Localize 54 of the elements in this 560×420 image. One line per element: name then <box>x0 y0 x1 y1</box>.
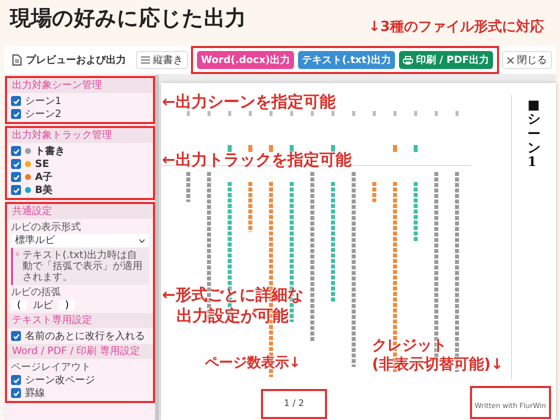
scrollbar[interactable] <box>155 75 159 420</box>
option-label: シーン2 <box>25 108 62 120</box>
checkbox[interactable] <box>11 159 21 169</box>
callout-text: (非表示切替可能)↓ <box>372 355 504 374</box>
scene-heading: ■シーン1 <box>528 97 540 172</box>
lines-icon <box>140 56 150 64</box>
option-label: 罫線 <box>25 388 45 398</box>
callout-text: ←出力トラックを指定可能 <box>162 150 352 171</box>
field-label: ページレイアウト <box>11 362 91 372</box>
field-label: ルビの表示形式 <box>11 222 81 232</box>
callout-text: 出力設定が可能 <box>176 306 289 327</box>
track-label: ト書き <box>35 146 65 156</box>
bracket-field[interactable]: ( <box>11 300 27 310</box>
checkbox[interactable] <box>11 388 21 398</box>
callout-text: ページ数表示↓ <box>205 354 301 372</box>
vertical-writing-button[interactable]: 縦書き <box>136 51 188 69</box>
document-icon <box>12 54 22 66</box>
option-label: シーン1 <box>25 96 62 106</box>
close-icon <box>507 56 514 64</box>
close-button[interactable]: 閉じる <box>502 51 552 69</box>
page-number: 1 / 2 <box>284 399 304 409</box>
caret-icon <box>139 238 145 242</box>
checkbox[interactable] <box>11 375 21 385</box>
section-header: 出力対象トラック管理 <box>7 128 153 143</box>
track-label: SE <box>35 158 50 170</box>
checkbox[interactable] <box>11 331 21 341</box>
track-label: A子 <box>35 172 53 182</box>
ruby-style-select[interactable]: 標準ルビ <box>11 234 149 247</box>
checkbox[interactable] <box>11 172 21 182</box>
bracket-field[interactable]: ) <box>59 300 75 310</box>
callout-text: クレジット <box>372 336 447 355</box>
callout-text: ←出力シーンを指定可能 <box>162 92 336 113</box>
field-label: ルビの括弧 <box>11 286 61 298</box>
checkbox[interactable] <box>11 185 21 195</box>
window-title: プレビューおよび出力 <box>26 53 126 67</box>
checkbox[interactable] <box>11 96 21 106</box>
section-header: 出力対象シーン管理 <box>7 78 153 93</box>
export-button[interactable]: Word(.docx)出力 <box>196 51 294 69</box>
section-header: テキスト専用設定 <box>7 313 153 328</box>
callout-text: ←形式ごとに詳細な <box>162 285 304 306</box>
ruby-label: ルビ <box>32 300 54 310</box>
track-label: B美 <box>35 184 53 196</box>
option-label: シーン改ページ <box>25 374 95 386</box>
printer-icon <box>402 56 413 64</box>
section-header: 共通設定 <box>7 204 153 219</box>
option-label: 名前のあとに改行を入れる <box>25 330 145 342</box>
print-button[interactable]: 印刷 / PDF出力 <box>398 51 493 69</box>
info-icon <box>16 250 20 258</box>
notice-text: テキスト(.txt)出力時は自動で「括弧で表示」が適用されます。 <box>22 250 144 283</box>
checkbox[interactable] <box>11 109 21 119</box>
section-header: Word / PDF / 印刷 専用設定 <box>7 344 153 359</box>
page-headline: 現場の好みに応じた出力 <box>10 5 246 32</box>
callout-text: ↓3種のファイル形式に対応 <box>368 18 544 37</box>
checkbox[interactable] <box>11 146 21 156</box>
